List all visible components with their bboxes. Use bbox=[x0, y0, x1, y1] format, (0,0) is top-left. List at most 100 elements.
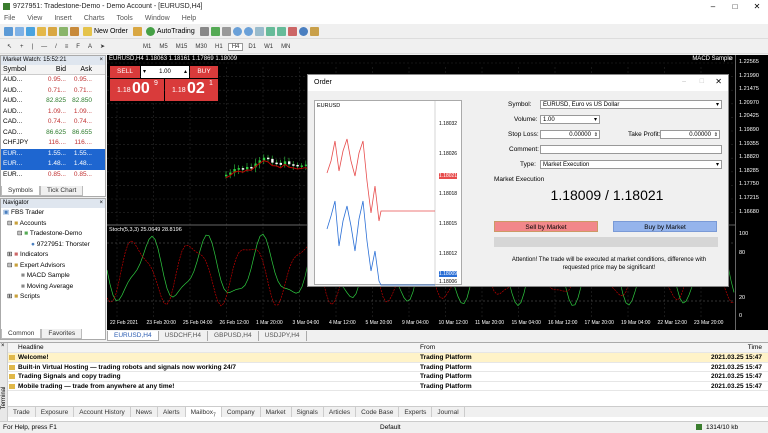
terminal-tab-trade[interactable]: Trade bbox=[8, 407, 36, 417]
maximize-icon[interactable]: □ bbox=[700, 78, 704, 85]
comment-input[interactable] bbox=[540, 145, 722, 154]
market-watch-row[interactable]: EUR... 0.85... 0.85... bbox=[1, 170, 105, 181]
chart-tab-usdjpy[interactable]: USDJPY,H4 bbox=[259, 331, 307, 341]
line-chart-icon[interactable] bbox=[221, 27, 231, 36]
lot-minus[interactable]: ▾ bbox=[143, 66, 146, 78]
close-button[interactable]: ✕ bbox=[746, 0, 768, 13]
buy-price[interactable]: 1.18 02 1 bbox=[165, 79, 218, 101]
data-window-icon[interactable] bbox=[37, 27, 46, 36]
close-icon[interactable]: ✕ bbox=[715, 77, 722, 86]
buy-by-market-button[interactable]: Buy by Market bbox=[613, 221, 717, 232]
fibonacci-icon[interactable]: F bbox=[73, 44, 83, 50]
minimize-button[interactable]: – bbox=[702, 0, 724, 13]
nav-ma[interactable]: ■ Moving Average bbox=[1, 282, 105, 293]
terminal-close-icon[interactable]: × bbox=[1, 343, 5, 349]
tab-common[interactable]: Common bbox=[1, 329, 42, 339]
timeframe-m5[interactable]: M5 bbox=[156, 44, 170, 50]
tab-tick-chart[interactable]: Tick Chart bbox=[39, 186, 84, 196]
menu-insert[interactable]: Insert bbox=[54, 15, 72, 22]
vertical-line-icon[interactable]: | bbox=[29, 44, 37, 50]
maximize-button[interactable]: □ bbox=[724, 0, 746, 13]
spinner-icon[interactable]: ⇕ bbox=[594, 131, 598, 139]
news-row[interactable]: Built-in Virtual Hosting — trading robot… bbox=[8, 363, 768, 372]
terminal-tab-exposure[interactable]: Exposure bbox=[36, 407, 75, 417]
cursor-icon[interactable]: ↖ bbox=[4, 43, 15, 50]
timeframe-d1[interactable]: D1 bbox=[245, 44, 259, 50]
nav-account[interactable]: ● 9727951: Thorster bbox=[1, 240, 105, 251]
news-row[interactable]: Mobile trading — trade from anywhere at … bbox=[8, 382, 768, 391]
crosshair-icon[interactable]: + bbox=[17, 44, 27, 50]
chart-tab-eurusd[interactable]: EURUSD,H4 bbox=[107, 331, 159, 341]
nav-accounts[interactable]: ⊟ ■ Accounts bbox=[1, 219, 105, 230]
news-row[interactable]: Welcome! Trading Platform 2021.03.25 15:47 bbox=[8, 353, 768, 363]
templates-icon[interactable] bbox=[309, 27, 319, 36]
bar-chart-icon[interactable] bbox=[199, 27, 209, 36]
chart-tab-gbpusd[interactable]: GBPUSD,H4 bbox=[208, 331, 259, 341]
menu-file[interactable]: File bbox=[4, 15, 15, 22]
market-watch-row[interactable]: AUD... 0.95... 0.95... bbox=[1, 75, 105, 86]
terminal-tab-experts[interactable]: Experts bbox=[399, 407, 433, 417]
nav-server[interactable]: ⊟ ■ Tradestone-Demo bbox=[1, 229, 105, 240]
periods-icon[interactable] bbox=[298, 27, 308, 36]
terminal-tab-account-history[interactable]: Account History bbox=[74, 407, 131, 417]
terminal-tab-signals[interactable]: Signals bbox=[292, 407, 324, 417]
channel-icon[interactable]: ≡ bbox=[62, 44, 72, 50]
nav-root[interactable]: ▣ FBS Trader bbox=[1, 208, 105, 219]
news-row[interactable]: Trading Signals and copy trading Trading … bbox=[8, 372, 768, 382]
indicators-icon[interactable] bbox=[287, 27, 297, 36]
timeframe-m30[interactable]: M30 bbox=[192, 44, 210, 50]
market-watch-row[interactable]: CHFJPY 116.... 116.... bbox=[1, 138, 105, 149]
menu-charts[interactable]: Charts bbox=[84, 15, 105, 22]
timeframe-w1[interactable]: W1 bbox=[261, 44, 276, 50]
nav-indicators[interactable]: ⊞ ■ Indicators bbox=[1, 250, 105, 261]
terminal-tab-articles[interactable]: Articles bbox=[324, 407, 357, 417]
text-icon[interactable]: A bbox=[85, 44, 95, 50]
candle-chart-icon[interactable] bbox=[210, 27, 220, 36]
market-watch-row[interactable]: AUD... 1.09... 1.09... bbox=[1, 107, 105, 118]
terminal-tab-alerts[interactable]: Alerts bbox=[158, 407, 186, 417]
menu-view[interactable]: View bbox=[27, 15, 42, 22]
terminal-tab-company[interactable]: Company bbox=[222, 407, 261, 417]
lot-plus[interactable]: ▴ bbox=[184, 66, 187, 78]
menu-window[interactable]: Window bbox=[145, 15, 170, 22]
buy-button[interactable]: BUY bbox=[190, 66, 218, 78]
sell-button[interactable]: SELL bbox=[110, 66, 140, 78]
take-profit-input[interactable]: 0.00000 ⇕ bbox=[660, 130, 720, 139]
spinner-icon[interactable]: ⇕ bbox=[714, 131, 718, 139]
metaeditor-icon[interactable] bbox=[132, 27, 142, 36]
timeframe-h1[interactable]: H1 bbox=[212, 44, 226, 50]
new-order-button[interactable]: New Order bbox=[81, 26, 130, 37]
market-watch-row[interactable]: EUR... 1.55... 1.55... bbox=[1, 148, 105, 159]
trendline-icon[interactable]: / bbox=[52, 44, 60, 50]
tab-favorites[interactable]: Favorites bbox=[41, 329, 83, 339]
lot-input[interactable]: ▾ 1.00 ▴ bbox=[141, 66, 189, 78]
chart-tab-usdchf[interactable]: USDCHF,H4 bbox=[159, 331, 209, 341]
horizontal-line-icon[interactable]: — bbox=[38, 44, 50, 50]
zoom-out-icon[interactable] bbox=[243, 27, 253, 36]
terminal-tab-market[interactable]: Market bbox=[261, 407, 292, 417]
market-watch-icon[interactable] bbox=[26, 27, 35, 36]
terminal-icon[interactable] bbox=[59, 27, 68, 36]
timeframe-h4[interactable]: H4 bbox=[227, 42, 244, 51]
market-watch-row[interactable]: AUD... 0.71... 0.71... bbox=[1, 86, 105, 97]
close-icon[interactable]: × bbox=[99, 199, 103, 208]
terminal-tab-code-base[interactable]: Code Base bbox=[356, 407, 400, 417]
market-watch-row[interactable]: CAD... 86.625 86.655 bbox=[1, 128, 105, 139]
menu-help[interactable]: Help bbox=[182, 15, 196, 22]
menu-tools[interactable]: Tools bbox=[116, 15, 132, 22]
autoscroll-icon[interactable] bbox=[265, 27, 275, 36]
sell-by-market-button[interactable]: Sell by Market bbox=[494, 221, 598, 232]
market-watch-row[interactable]: CAD... 0.74... 0.74... bbox=[1, 117, 105, 128]
timeframe-mn[interactable]: MN bbox=[278, 44, 293, 50]
minimize-icon[interactable]: – bbox=[682, 78, 686, 85]
tile-windows-icon[interactable] bbox=[254, 27, 264, 36]
market-watch-row[interactable]: AUD... 82.825 82.850 bbox=[1, 96, 105, 107]
sell-price[interactable]: 1.18 00 9 bbox=[110, 79, 164, 101]
nav-experts[interactable]: ⊟ ■ Expert Advisors bbox=[1, 261, 105, 272]
terminal-tab-news[interactable]: News bbox=[131, 407, 159, 417]
arrows-icon[interactable]: ➤ bbox=[97, 43, 108, 50]
profiles-icon[interactable] bbox=[15, 27, 24, 36]
zoom-in-icon[interactable] bbox=[232, 27, 242, 36]
symbol-select[interactable]: EURUSD, Euro vs US Dollar ▾ bbox=[540, 100, 722, 109]
order-type-select[interactable]: Market Execution ▾ bbox=[540, 160, 722, 169]
